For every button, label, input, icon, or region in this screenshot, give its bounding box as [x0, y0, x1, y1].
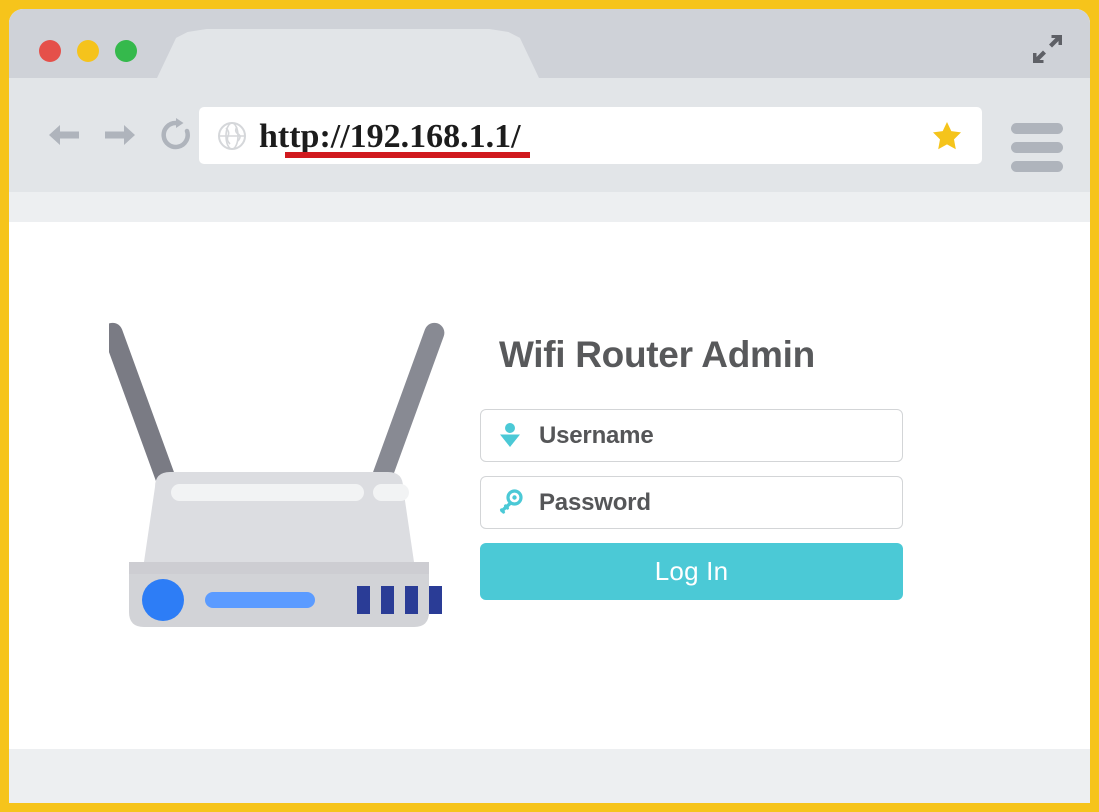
navigation-buttons: [45, 116, 195, 154]
address-bar[interactable]: http://192.168.1.1/: [199, 107, 982, 164]
reload-icon[interactable]: [157, 116, 195, 154]
hamburger-menu-icon[interactable]: [1011, 123, 1063, 172]
menu-line: [1011, 161, 1063, 172]
arrow-left-icon[interactable]: [45, 116, 83, 154]
globe-icon: [217, 121, 247, 151]
wifi-router-illustration: [102, 312, 449, 642]
menu-line: [1011, 142, 1063, 153]
expand-arrows-icon[interactable]: [1030, 32, 1064, 66]
window-controls: [39, 40, 137, 62]
browser-tab[interactable]: [157, 29, 539, 78]
minimize-window-button[interactable]: [77, 40, 99, 62]
page-title: Wifi Router Admin: [499, 334, 815, 375]
status-bar: [9, 749, 1090, 803]
address-bar-value: http://192.168.1.1/: [259, 117, 521, 155]
password-placeholder: Password: [539, 488, 651, 516]
key-icon: [497, 488, 523, 518]
user-icon: [497, 421, 523, 451]
page-content: Wifi Router Admin Username Password Log …: [9, 222, 1090, 749]
outer-yellow-frame: http://192.168.1.1/ Wifi Router Admin Us…: [0, 0, 1099, 812]
arrow-right-icon[interactable]: [101, 116, 139, 154]
menu-line: [1011, 123, 1063, 134]
close-window-button[interactable]: [39, 40, 61, 62]
password-input[interactable]: Password: [480, 476, 903, 529]
browser-toolbar: http://192.168.1.1/: [9, 78, 1090, 192]
star-icon[interactable]: [930, 119, 964, 153]
login-panel: Wifi Router Admin Username Password Log …: [480, 334, 903, 600]
address-bar-text-wrap: http://192.168.1.1/: [259, 107, 930, 164]
address-bar-underline: [285, 152, 530, 158]
maximize-window-button[interactable]: [115, 40, 137, 62]
login-button[interactable]: Log In: [480, 543, 903, 600]
bookmarks-bar: [9, 192, 1090, 222]
username-placeholder: Username: [539, 421, 654, 449]
browser-title-bar: [9, 9, 1090, 78]
browser-window: http://192.168.1.1/ Wifi Router Admin Us…: [9, 9, 1090, 803]
username-input[interactable]: Username: [480, 409, 903, 462]
